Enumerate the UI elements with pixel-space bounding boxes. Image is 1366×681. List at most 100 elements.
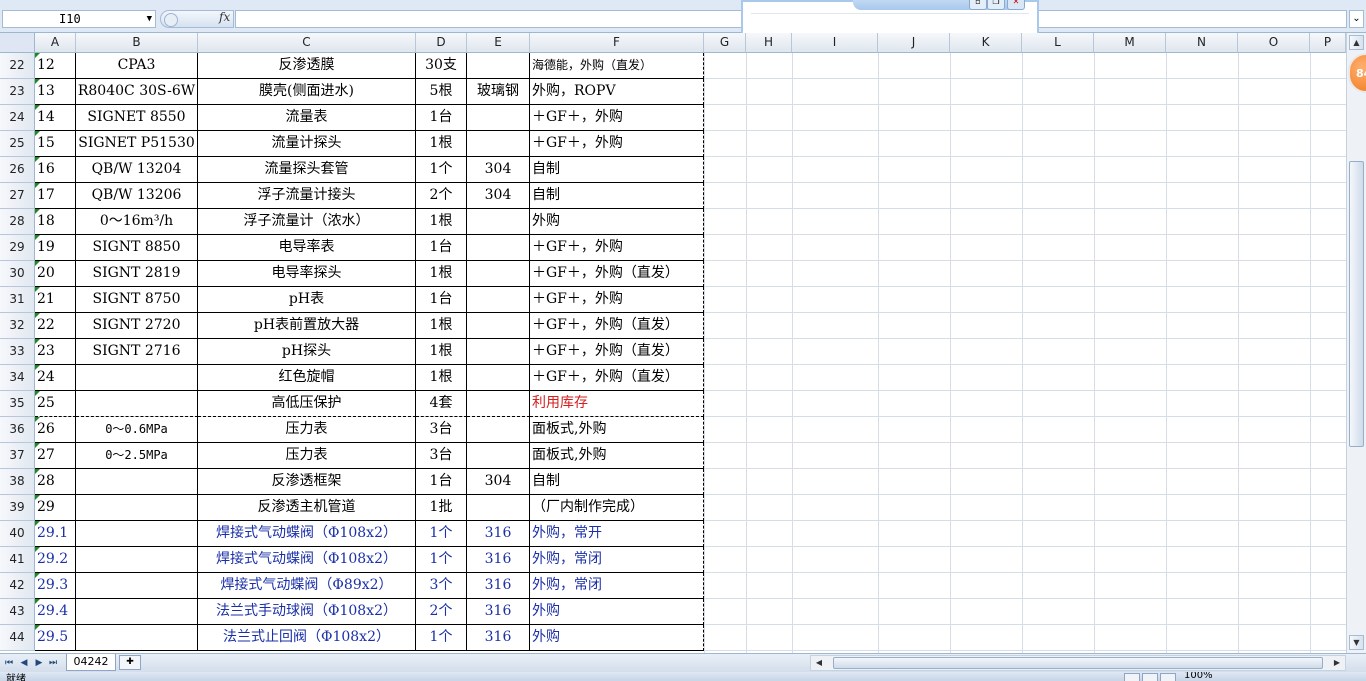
cell-a-36[interactable]: 26 [35,417,76,443]
row-header[interactable]: 29 [0,235,35,261]
row-header[interactable]: 26 [0,157,35,183]
cell-c-23[interactable]: 膜壳(侧面进水) [198,79,416,105]
column-header-p[interactable]: P [1310,33,1346,53]
cell-f-44[interactable]: 外购 [530,625,704,651]
row-header[interactable]: 24 [0,105,35,131]
column-header-j[interactable]: J [878,33,950,53]
cell-c-43[interactable]: 法兰式手动球阀（Φ108x2） [198,599,416,625]
cell-c-27[interactable]: 浮子流量计接头 [198,183,416,209]
row-header[interactable]: 38 [0,469,35,495]
cell-a-42[interactable]: 29.3 [35,573,76,599]
cell-f-32[interactable]: ＋GF＋，外购（直发） [530,313,704,339]
cell-d-38[interactable]: 1台 [416,469,467,495]
row-header[interactable]: 35 [0,391,35,417]
cell-b-24[interactable]: SIGNET 8550 [76,105,198,131]
spreadsheet-grid[interactable]: 12 CPA3 反渗透膜 30支 海德能，外购（直发） 13 R8040C 30S-6W 膜壳… [35,53,1346,653]
cell-a-35[interactable]: 25 [35,391,76,417]
cancel-icon[interactable] [164,13,178,27]
cell-d-42[interactable]: 3个 [416,573,467,599]
row-header[interactable]: 39 [0,495,35,521]
cell-f-31[interactable]: ＋GF＋，外购 [530,287,704,313]
cell-b-33[interactable]: SIGNT 2716 [76,339,198,365]
cell-f-25[interactable]: ＋GF＋，外购 [530,131,704,157]
cell-f-29[interactable]: ＋GF＋，外购 [530,235,704,261]
cell-e-25[interactable] [467,131,530,157]
cell-a-25[interactable]: 15 [35,131,76,157]
select-all-corner[interactable] [0,33,35,53]
row-header[interactable]: 40 [0,521,35,547]
cell-e-30[interactable] [467,261,530,287]
horizontal-scroll-thumb[interactable] [833,657,1323,669]
cell-b-35[interactable] [76,391,198,417]
cell-f-30[interactable]: ＋GF＋，外购（直发） [530,261,704,287]
vertical-scrollbar[interactable]: ▲ ▼ [1346,33,1366,653]
column-header-o[interactable]: O [1238,33,1310,53]
cell-c-26[interactable]: 流量探头套管 [198,157,416,183]
cell-d-36[interactable]: 3台 [416,417,467,443]
cell-f-24[interactable]: ＋GF＋，外购 [530,105,704,131]
cell-a-31[interactable]: 21 [35,287,76,313]
cell-f-41[interactable]: 外购，常闭 [530,547,704,573]
cell-a-23[interactable]: 13 [35,79,76,105]
cell-d-23[interactable]: 5根 [416,79,467,105]
cell-a-34[interactable]: 24 [35,365,76,391]
cell-e-23[interactable]: 玻璃钢 [467,79,530,105]
cell-a-44[interactable]: 29.5 [35,625,76,651]
cell-f-33[interactable]: ＋GF＋，外购（直发） [530,339,704,365]
cell-c-44[interactable]: 法兰式止回阀（Φ108x2） [198,625,416,651]
cell-e-44[interactable]: 316 [467,625,530,651]
cell-e-40[interactable]: 316 [467,521,530,547]
cell-e-29[interactable] [467,235,530,261]
cell-b-37[interactable]: 0～2.5MPa [76,443,198,469]
cell-b-38[interactable] [76,469,198,495]
column-header-d[interactable]: D [416,33,467,53]
row-header[interactable]: 37 [0,443,35,469]
cell-b-32[interactable]: SIGNT 2720 [76,313,198,339]
cell-d-31[interactable]: 1台 [416,287,467,313]
cell-a-40[interactable]: 29.1 [35,521,76,547]
expand-formula-bar-button[interactable]: ⌄ [1349,10,1364,28]
cell-b-25[interactable]: SIGNET P51530 [76,131,198,157]
cell-c-33[interactable]: pH探头 [198,339,416,365]
cell-c-22[interactable]: 反渗透膜 [198,53,416,79]
close-icon[interactable]: ✕ [1007,0,1025,10]
row-header[interactable]: 30 [0,261,35,287]
cell-b-26[interactable]: QB/W 13204 [76,157,198,183]
prev-sheet-icon[interactable]: ◀ [19,656,29,670]
column-header-f[interactable]: F [530,33,704,53]
cell-d-26[interactable]: 1个 [416,157,467,183]
vertical-scroll-thumb[interactable] [1349,161,1364,447]
column-header-e[interactable]: E [467,33,530,53]
cell-d-28[interactable]: 1根 [416,209,467,235]
cell-b-22[interactable]: CPA3 [76,53,198,79]
cell-b-27[interactable]: QB/W 13206 [76,183,198,209]
cell-b-43[interactable] [76,599,198,625]
cell-d-27[interactable]: 2个 [416,183,467,209]
minimize-icon[interactable]: ▫ [969,0,987,10]
restore-icon[interactable]: ❐ [987,0,1005,10]
cell-b-29[interactable]: SIGNT 8850 [76,235,198,261]
row-header[interactable]: 36 [0,417,35,443]
cell-d-39[interactable]: 1批 [416,495,467,521]
cell-e-42[interactable]: 316 [467,573,530,599]
cell-d-34[interactable]: 1根 [416,365,467,391]
cell-d-35[interactable]: 4套 [416,391,467,417]
cell-b-23[interactable]: R8040C 30S-6W [76,79,198,105]
row-header[interactable]: 43 [0,599,35,625]
column-header-i[interactable]: I [792,33,878,53]
column-header-l[interactable]: L [1022,33,1094,53]
row-header[interactable]: 22 [0,53,35,79]
cell-b-30[interactable]: SIGNT 2819 [76,261,198,287]
cell-d-37[interactable]: 3台 [416,443,467,469]
cell-e-24[interactable] [467,105,530,131]
row-header[interactable]: 27 [0,183,35,209]
cell-e-35[interactable] [467,391,530,417]
cell-c-39[interactable]: 反渗透主机管道 [198,495,416,521]
cell-d-43[interactable]: 2个 [416,599,467,625]
row-header[interactable]: 42 [0,573,35,599]
cell-e-31[interactable] [467,287,530,313]
column-header-n[interactable]: N [1166,33,1238,53]
name-box[interactable]: I10 ▼ [2,10,156,28]
cell-f-38[interactable]: 自制 [530,469,704,495]
cell-e-34[interactable] [467,365,530,391]
